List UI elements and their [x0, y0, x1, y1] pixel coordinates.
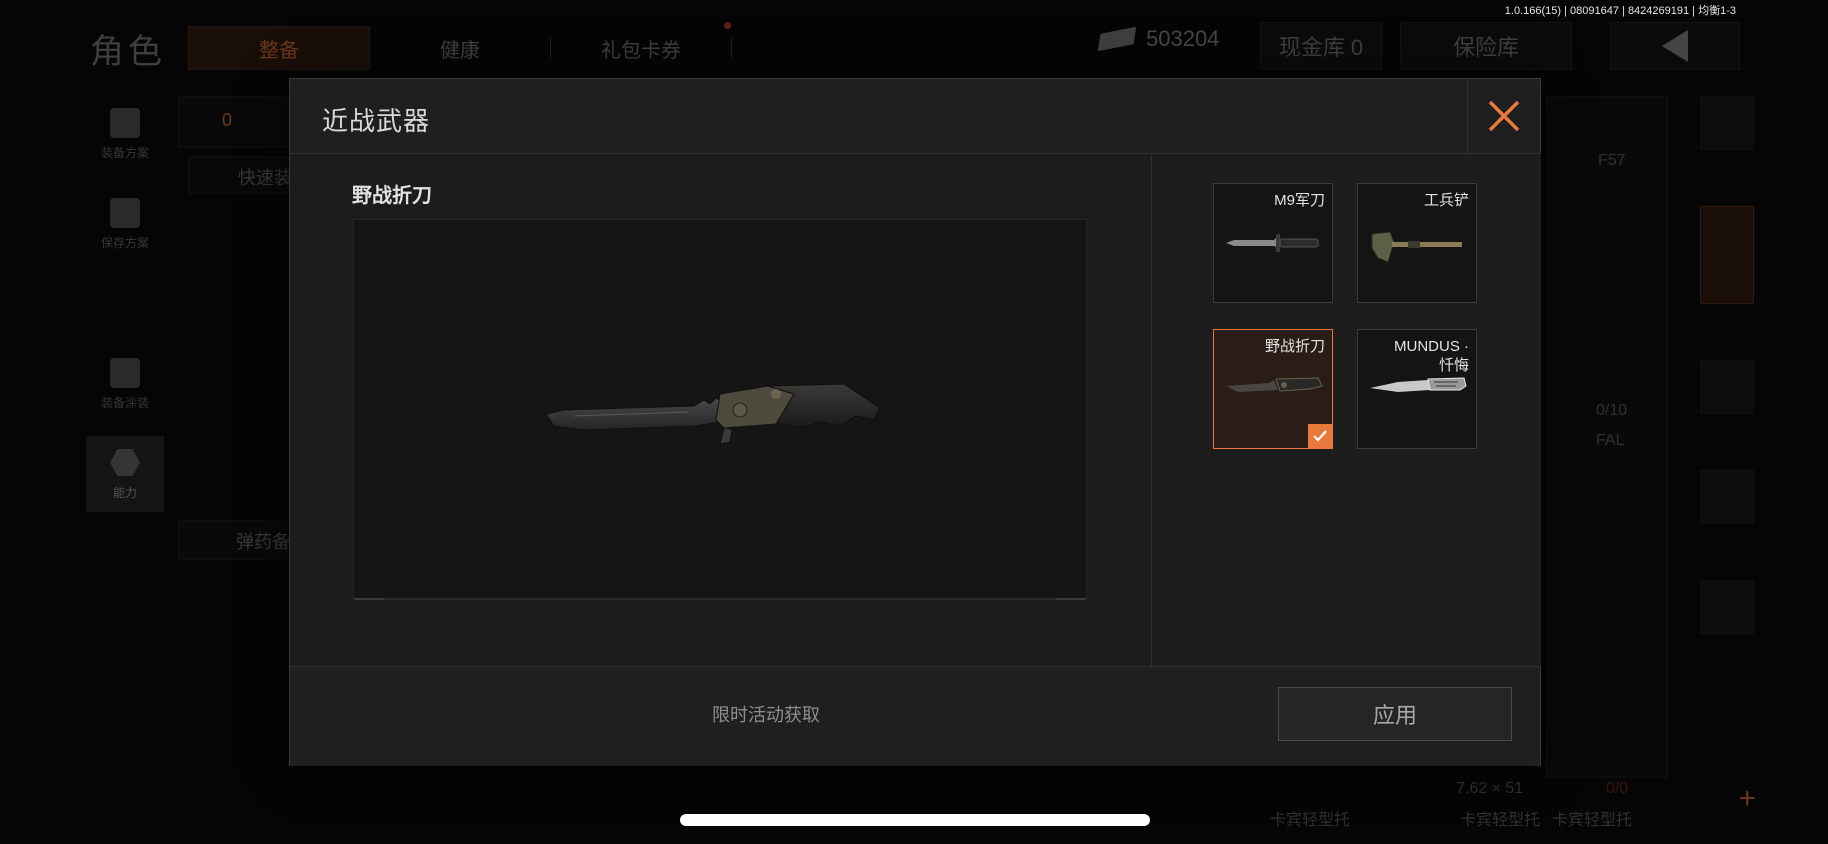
dialog-footer: 限时活动获取 应用: [290, 666, 1540, 766]
counter-value: 0: [222, 110, 233, 130]
slot-rifle[interactable]: [1700, 470, 1754, 524]
notification-dot: [724, 22, 731, 29]
dialog-header: 近战武器: [290, 79, 1540, 154]
tab-gift-coupons[interactable]: 礼包卡券: [551, 27, 731, 69]
item-card-label: MUNDUS · 忏悔: [1394, 338, 1469, 374]
nav-label: 能力: [112, 485, 137, 500]
folding-knife-icon: [1226, 377, 1323, 392]
counter-panel: [178, 96, 300, 148]
close-icon: [1488, 100, 1520, 132]
folding-knife-icon: [545, 383, 881, 445]
left-nav: 装备方案 保存方案 装备涂装 能力: [86, 96, 164, 526]
item-card-shovel[interactable]: 工兵铲: [1357, 183, 1477, 303]
item-card-label: 工兵铲: [1423, 192, 1469, 209]
home-indicator[interactable]: [680, 814, 1150, 826]
stock-label: 卡宾轻型托: [1270, 812, 1351, 829]
page-title: 角色: [90, 33, 166, 71]
right-slot-strip: [1700, 96, 1760, 690]
nav-loadout-plan[interactable]: 装备方案: [86, 96, 164, 172]
nav-label: 装备方案: [100, 145, 149, 160]
selected-check-icon: [1308, 424, 1332, 448]
melee-item-grid: M9军刀 工兵铲 野战折刀 MUNDUS · 忏悔: [1213, 183, 1477, 449]
item-card-m9[interactable]: M9军刀: [1213, 183, 1333, 303]
ability-icon: [110, 449, 140, 476]
back-arrow-icon: [1662, 30, 1688, 62]
add-icon[interactable]: +: [1738, 782, 1756, 816]
nav-label: 保存方案: [100, 235, 149, 250]
currency-display: 503204: [1097, 26, 1220, 52]
item-card-label: 野战折刀: [1264, 338, 1325, 355]
dialog-title: 近战武器: [322, 106, 431, 136]
bayonet-icon: [1226, 234, 1319, 252]
tab-divider: [731, 38, 732, 58]
download-icon: [110, 197, 140, 228]
checkmark-icon: [1313, 430, 1327, 442]
back-button[interactable]: [1610, 22, 1740, 70]
nav-ability[interactable]: 能力: [86, 436, 164, 512]
nav-label: 装备涂装: [100, 395, 149, 410]
stock-label: 卡宾轻型托: [1460, 812, 1541, 829]
item-card-label: M9军刀: [1274, 192, 1325, 209]
ammo-count-2: 0/0: [1606, 780, 1629, 797]
helmet-icon: [110, 357, 140, 388]
caliber-label: 7.62 × 51: [1456, 780, 1524, 797]
slot-stack[interactable]: [1700, 96, 1754, 150]
slot-armor[interactable]: [1700, 360, 1754, 414]
vest-icon: [110, 107, 140, 138]
weapon-name-2: FAL: [1596, 432, 1625, 449]
melee-weapon-dialog: 近战武器 野战折刀 M9军刀 工兵铲 野战折刀 MUNDUS · 忏悔 限时活动…: [289, 78, 1541, 766]
close-button[interactable]: [1467, 79, 1540, 153]
nav-save-plan[interactable]: 保存方案: [86, 186, 164, 262]
version-text: 1.0.166(15) | 08091647 | 8424269191 | 均衡…: [1504, 5, 1736, 17]
ammo-count-1: 0/10: [1596, 402, 1628, 419]
item-card-mundus[interactable]: MUNDUS · 忏悔: [1357, 329, 1477, 449]
cash-icon: [1097, 26, 1137, 52]
quick-equip-label: 快速装: [238, 168, 292, 188]
shovel-icon: [1371, 231, 1462, 263]
selected-item-name: 野战折刀: [352, 185, 432, 207]
cash-vault-button[interactable]: 现金库 0: [1260, 22, 1382, 70]
apply-button[interactable]: 应用: [1278, 687, 1512, 741]
acquisition-source-text: 限时活动获取: [712, 705, 820, 725]
stock-label: 卡宾轻型托: [1552, 812, 1633, 829]
slot-magazine[interactable]: [1700, 580, 1754, 634]
tab-equipment[interactable]: 整备: [188, 26, 370, 70]
item-card-folding-knife[interactable]: 野战折刀: [1213, 329, 1333, 449]
currency-amount: 503204: [1146, 26, 1220, 51]
ammo-label: 弹药备: [236, 532, 290, 552]
safe-vault-button[interactable]: 保险库: [1400, 22, 1572, 70]
weapon-preview: [353, 219, 1087, 600]
nav-skin[interactable]: 装备涂装: [86, 346, 164, 422]
top-tab-bar: 整备 健康 礼包卡券: [188, 26, 732, 70]
weapon-name-1: F57: [1598, 152, 1626, 169]
slot-helmet[interactable]: [1700, 206, 1754, 304]
tab-health[interactable]: 健康: [370, 27, 550, 69]
ornate-knife-icon: [1370, 377, 1467, 392]
